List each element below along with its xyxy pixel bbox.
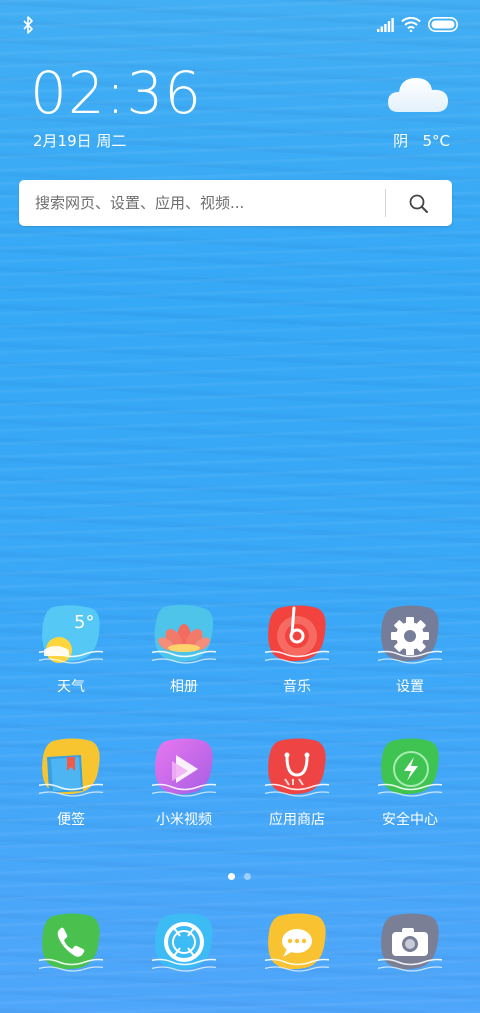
- search-bar[interactable]: 搜索网页、设置、应用、视频...: [19, 180, 452, 226]
- app-label: 音乐: [283, 679, 311, 695]
- app-store[interactable]: 应用商店: [252, 737, 342, 847]
- battery-icon: [428, 17, 458, 32]
- page-dot-active[interactable]: [228, 873, 235, 880]
- weather-temperature: 5°C: [422, 132, 450, 150]
- page-indicator: [228, 873, 254, 881]
- phone-app-icon: [39, 913, 103, 972]
- app-label: 设置: [396, 679, 424, 695]
- app-weather[interactable]: 5° 天气: [26, 604, 116, 714]
- weather-app-icon: 5°: [39, 605, 103, 664]
- signal-icon: [377, 18, 394, 32]
- app-label: 小米视频: [156, 812, 212, 828]
- dock-messages[interactable]: [252, 912, 342, 992]
- settings-app-icon: [378, 605, 442, 664]
- dock-phone[interactable]: [26, 912, 116, 992]
- bluetooth-icon: [23, 16, 33, 34]
- messages-app-icon: [265, 913, 329, 972]
- app-label: 安全中心: [382, 812, 438, 828]
- app-label: 相册: [170, 679, 198, 695]
- app-video[interactable]: 小米视频: [139, 737, 229, 847]
- notes-app-icon: [39, 738, 103, 797]
- dock-browser[interactable]: [139, 912, 229, 992]
- app-label: 便签: [57, 812, 85, 828]
- weather-summary[interactable]: 阴 5°C: [393, 130, 450, 151]
- wifi-icon: [401, 16, 421, 32]
- app-label: 天气: [57, 679, 85, 695]
- gallery-app-icon: [152, 604, 216, 664]
- clock-date[interactable]: 2月19日 周二: [33, 130, 126, 151]
- camera-app-icon: [378, 913, 442, 972]
- dock-camera[interactable]: [365, 912, 455, 992]
- app-notes[interactable]: 便签: [26, 737, 116, 847]
- search-input[interactable]: 搜索网页、设置、应用、视频...: [35, 180, 244, 226]
- weather-app-icon-temp: 5°: [74, 612, 94, 633]
- security-center-icon: [378, 738, 442, 797]
- cloud-icon[interactable]: [386, 70, 450, 114]
- app-music[interactable]: 音乐: [252, 604, 342, 714]
- search-divider: [385, 189, 386, 217]
- app-settings[interactable]: 设置: [365, 604, 455, 714]
- app-gallery[interactable]: 相册: [139, 604, 229, 714]
- status-bar: [0, 0, 480, 50]
- search-icon[interactable]: [408, 193, 430, 215]
- clock-time[interactable]: 02:36: [30, 58, 202, 128]
- browser-app-icon: [152, 913, 216, 972]
- weather-condition: 阴: [393, 132, 409, 150]
- page-dot[interactable]: [244, 873, 251, 880]
- app-label: 应用商店: [269, 812, 325, 828]
- app-security[interactable]: 安全中心: [365, 737, 455, 847]
- app-store-icon: [265, 738, 329, 797]
- video-app-icon: [152, 738, 216, 797]
- music-app-icon: [265, 605, 329, 664]
